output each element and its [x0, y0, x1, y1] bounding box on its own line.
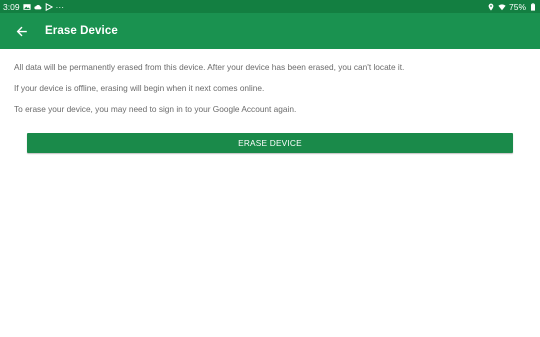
- play-store-icon: [45, 2, 53, 11]
- content-area: All data will be permanently erased from…: [14, 62, 526, 125]
- status-bar: 3:09 ··· 75%: [0, 0, 540, 13]
- info-paragraph-sign-in: To erase your device, you may need to si…: [14, 104, 297, 114]
- back-button[interactable]: [11, 21, 31, 41]
- battery-percent: 75%: [508, 1, 526, 12]
- image-icon: [22, 3, 31, 11]
- erase-device-button[interactable]: ERASE DEVICE: [27, 133, 513, 153]
- page-title: Erase Device: [45, 25, 118, 37]
- status-time: 3:09: [3, 1, 20, 12]
- app-bar: Erase Device: [0, 13, 540, 49]
- location-icon: [487, 3, 495, 11]
- status-bar-left: 3:09 ···: [3, 2, 64, 12]
- wifi-icon: [498, 3, 506, 11]
- cloud-icon: [33, 3, 42, 11]
- battery-icon: [529, 2, 537, 11]
- status-bar-right: 75%: [487, 2, 537, 12]
- info-paragraph-offline: If your device is offline, erasing will …: [14, 83, 265, 93]
- arrow-back-icon: [16, 26, 27, 36]
- warning-paragraph-data-erased: All data will be permanently erased from…: [14, 62, 405, 72]
- status-overflow: ···: [55, 1, 65, 12]
